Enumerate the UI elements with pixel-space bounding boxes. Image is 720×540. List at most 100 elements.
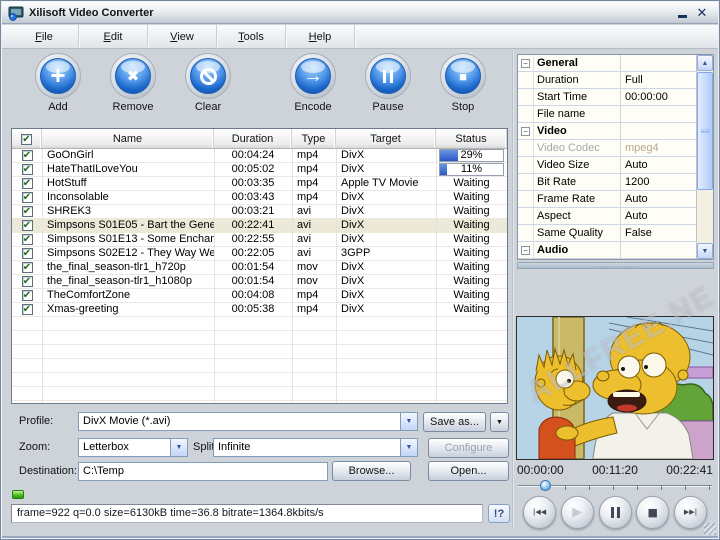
file-row[interactable]: ✔ TheComfortZone 00:04:08 mp4 DivX Waiti…	[12, 289, 507, 303]
app-window: Xilisoft Video Converter ✕ File Edit Vie…	[0, 0, 720, 540]
menu-tools[interactable]: Tools	[217, 25, 286, 48]
file-row[interactable]: ✔ Simpsons S01E13 - Some Enchanted 00:22…	[12, 233, 507, 247]
file-row[interactable]: ✔ Inconsolable 00:03:43 mp4 DivX Waiting	[12, 191, 507, 205]
file-row[interactable]: ✔ Xmas-greeting 00:05:38 mp4 DivX Waitin…	[12, 303, 507, 317]
file-row[interactable]: ✔ GoOnGirl 00:04:24 mp4 DivX 29%	[12, 149, 507, 163]
row-checkbox[interactable]: ✔	[22, 290, 33, 301]
file-row[interactable]: ✔ HotStuff 00:03:35 mp4 Apple TV Movie W…	[12, 177, 507, 191]
property-label: Duration	[534, 72, 621, 88]
file-row[interactable]: ✔ SHREK3 00:03:21 avi DivX Waiting	[12, 205, 507, 219]
property-value: False	[621, 225, 698, 241]
encode-button[interactable]: → Encode	[283, 53, 343, 113]
property-row[interactable]: − Duration Full	[518, 72, 698, 89]
property-row[interactable]: − File name	[518, 106, 698, 123]
property-row[interactable]: − Start Time 00:00:00	[518, 89, 698, 106]
destination-input[interactable]: C:\Temp	[78, 462, 328, 481]
property-value: mpeg4	[621, 140, 698, 156]
property-row[interactable]: − Audio	[518, 242, 698, 259]
file-status: Waiting	[436, 219, 507, 233]
split-select[interactable]: Infinite ▼	[213, 438, 418, 457]
property-value: 00:00:00	[621, 89, 698, 105]
row-checkbox[interactable]: ✔	[22, 220, 33, 231]
browse-button[interactable]: Browse...	[332, 461, 411, 481]
row-checkbox[interactable]: ✔	[22, 304, 33, 315]
select-all-checkbox[interactable]: ✔	[21, 134, 32, 145]
skip-back-button[interactable]: |◀◀	[523, 496, 556, 529]
column-header-name[interactable]: Name	[42, 129, 214, 148]
close-button[interactable]: ✕	[692, 5, 712, 21]
row-checkbox[interactable]: ✔	[22, 262, 33, 273]
collapse-icon[interactable]: −	[521, 246, 530, 255]
menu-view[interactable]: View	[148, 25, 217, 48]
row-checkbox[interactable]: ✔	[22, 206, 33, 217]
scroll-down-icon[interactable]: ▼	[697, 243, 713, 259]
file-target: DivX	[336, 149, 436, 163]
add-button[interactable]: + Add	[28, 53, 88, 113]
pause-button[interactable]: Pause	[358, 53, 418, 113]
status-help-button[interactable]: !?	[488, 504, 510, 523]
vertical-separator	[512, 51, 514, 529]
file-row[interactable]: ✔ the_final_season-tlr1_h1080p 00:01:54 …	[12, 275, 507, 289]
clear-button[interactable]: Clear	[178, 53, 238, 113]
column-header-status[interactable]: Status	[436, 129, 507, 148]
column-header-target[interactable]: Target	[336, 129, 436, 148]
file-row[interactable]: ✔ the_final_season-tlr1_h720p 00:01:54 m…	[12, 261, 507, 275]
play-button[interactable]: ▶	[561, 496, 594, 529]
property-row[interactable]: − Bit Rate 1200	[518, 174, 698, 191]
property-label: General	[534, 55, 621, 71]
property-row[interactable]: − Video Codec mpeg4	[518, 140, 698, 157]
skip-forward-button[interactable]: ▶▶|	[674, 496, 707, 529]
seek-slider[interactable]	[518, 482, 712, 492]
property-label: Video Size	[534, 157, 621, 173]
row-checkbox[interactable]: ✔	[22, 150, 33, 161]
property-row[interactable]: − Same Quality False	[518, 225, 698, 242]
column-header-duration[interactable]: Duration	[214, 129, 292, 148]
select-all-header[interactable]: ✔	[12, 129, 42, 148]
row-checkbox[interactable]: ✔	[22, 248, 33, 259]
save-as-button[interactable]: Save as...	[423, 412, 486, 432]
profile-select[interactable]: DivX Movie (*.avi) ▼	[78, 412, 418, 431]
row-checkbox[interactable]: ✔	[22, 178, 33, 189]
configure-button[interactable]: Configure	[428, 438, 509, 458]
resize-grip[interactable]	[704, 523, 716, 535]
chevron-down-icon[interactable]: ▼	[400, 439, 417, 456]
collapse-icon[interactable]: −	[521, 127, 530, 136]
property-row[interactable]: − Frame Rate Auto	[518, 191, 698, 208]
property-row[interactable]: − General	[518, 55, 698, 72]
property-value: 1200	[621, 174, 698, 190]
open-button[interactable]: Open...	[428, 461, 509, 481]
collapse-icon[interactable]: −	[521, 59, 530, 68]
row-checkbox[interactable]: ✔	[22, 192, 33, 203]
column-header-type[interactable]: Type	[292, 129, 336, 148]
row-checkbox[interactable]: ✔	[22, 164, 33, 175]
file-status: Waiting	[436, 261, 507, 275]
row-checkbox[interactable]: ✔	[22, 234, 33, 245]
property-row[interactable]: − Aspect Auto	[518, 208, 698, 225]
seek-slider-thumb[interactable]	[540, 480, 551, 491]
chevron-down-icon[interactable]: ▼	[400, 413, 417, 430]
toolbar-button-icon: +	[40, 58, 76, 94]
menu-edit[interactable]: Edit	[79, 25, 148, 48]
stop-play-button[interactable]: ■	[636, 496, 669, 529]
chevron-down-icon[interactable]: ▼	[170, 439, 187, 456]
property-row[interactable]: − Video	[518, 123, 698, 140]
menu-help[interactable]: Help	[286, 25, 355, 48]
stop-button[interactable]: ■ Stop	[433, 53, 493, 113]
file-row[interactable]: ✔ Simpsons S01E05 - Bart the General 00:…	[12, 219, 507, 233]
minimize-button[interactable]	[672, 5, 692, 21]
zoom-select[interactable]: Letterbox ▼	[78, 438, 188, 457]
profile-more-button[interactable]: ▼	[490, 412, 509, 432]
scrollbar-thumb[interactable]: ≡≡	[697, 72, 713, 190]
scroll-up-icon[interactable]: ▲	[697, 55, 713, 71]
menu-file[interactable]: File	[10, 25, 79, 48]
property-row[interactable]: − Video Size Auto	[518, 157, 698, 174]
file-row[interactable]: ✔ Simpsons S02E12 - They Way We W 00:22:…	[12, 247, 507, 261]
remove-button[interactable]: ✖ Remove	[103, 53, 163, 113]
pause-play-button[interactable]	[599, 496, 632, 529]
file-list: ✔ Name Duration Type Target Status ✔ GoO…	[11, 128, 508, 404]
panel-splitter[interactable]: ···· ····	[517, 262, 714, 269]
row-checkbox[interactable]: ✔	[22, 276, 33, 287]
scrollbar[interactable]: ▲ ≡≡ ▼	[696, 55, 713, 259]
file-row[interactable]: ✔ HateThatILoveYou 00:05:02 mp4 DivX 11%	[12, 163, 507, 177]
property-value	[621, 242, 698, 258]
